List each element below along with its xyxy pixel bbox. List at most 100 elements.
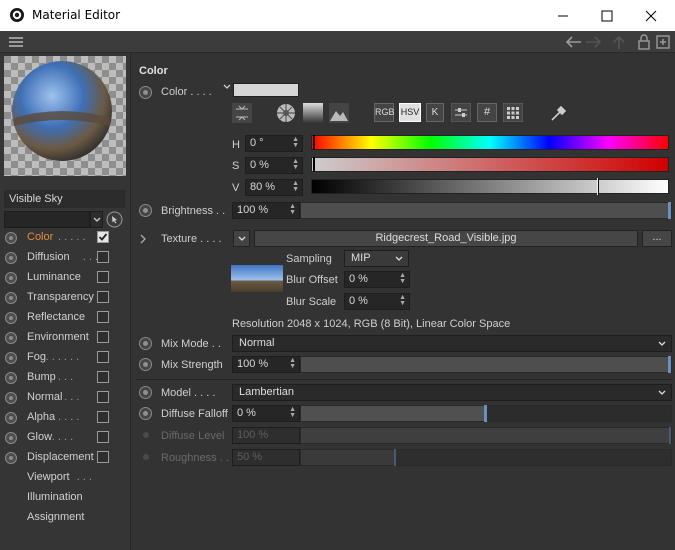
channel-luminance[interactable]: Luminance	[0, 268, 131, 288]
channel-enable-checkbox[interactable]	[97, 431, 109, 443]
minimize-button[interactable]	[541, 0, 585, 31]
diffuse-falloff-field[interactable]: 0 % ▲ ▼	[232, 405, 300, 422]
channel-enable-checkbox[interactable]	[97, 291, 109, 303]
spinner-icon[interactable]: ▲ ▼	[292, 136, 299, 149]
channel-enable-checkbox[interactable]	[97, 331, 109, 343]
channel-animate-radio[interactable]	[5, 312, 17, 324]
image-picker-icon[interactable]	[329, 103, 349, 123]
s-field[interactable]: 0 % ▲ ▼	[245, 157, 303, 174]
diffuse-falloff-slider[interactable]	[300, 405, 672, 422]
channel-animate-radio[interactable]	[5, 292, 17, 304]
channel-diffusion[interactable]: Diffusion . . .	[0, 248, 131, 268]
channel-displacement[interactable]: Displacement	[0, 448, 131, 468]
mixer-icon[interactable]	[451, 103, 471, 122]
channel-animate-radio[interactable]	[5, 432, 17, 444]
spectrum-icon[interactable]	[303, 103, 323, 123]
channel-animate-radio[interactable]	[5, 372, 17, 384]
channel-animate-radio[interactable]	[5, 452, 17, 464]
brightness-slider[interactable]	[300, 202, 672, 219]
layer-field[interactable]	[4, 211, 90, 228]
channel-assignment[interactable]: Assignment	[0, 508, 131, 528]
lock-icon[interactable]	[637, 34, 651, 50]
channel-enable-checkbox[interactable]	[97, 451, 109, 463]
channel-alpha[interactable]: Alpha . . . .	[0, 408, 131, 428]
v-field[interactable]: 80 % ▲ ▼	[245, 179, 303, 196]
texture-browse-button[interactable]: ...	[642, 230, 672, 247]
color-wheel-icon[interactable]	[276, 103, 296, 123]
channel-enable-checkbox[interactable]	[97, 391, 109, 403]
spinner-icon[interactable]: ▲ ▼	[292, 158, 299, 171]
channel-color[interactable]: Color . . . . .	[0, 228, 131, 248]
channel-enable-checkbox[interactable]	[97, 271, 109, 283]
new-panel-icon[interactable]	[656, 34, 670, 50]
channel-animate-radio[interactable]	[5, 392, 17, 404]
mode-kelvin-button[interactable]: K	[426, 103, 444, 122]
layer-dropdown-button[interactable]	[90, 211, 103, 228]
brightness-animate-radio[interactable]	[139, 204, 152, 217]
mode-hsv-button[interactable]: HSV	[399, 103, 421, 122]
channel-bump[interactable]: Bump . . . .	[0, 368, 131, 388]
eyedropper-icon[interactable]	[549, 103, 569, 123]
spinner-icon[interactable]: ▲ ▼	[399, 272, 406, 285]
close-button[interactable]	[629, 0, 673, 31]
h-field[interactable]: 0 ° ▲ ▼	[245, 135, 303, 152]
chevron-right-icon[interactable]	[139, 234, 147, 244]
sampling-dropdown[interactable]: MIP	[344, 250, 409, 267]
channel-glow[interactable]: Glow . . . .	[0, 428, 131, 448]
channel-enable-checkbox[interactable]	[97, 411, 109, 423]
channel-enable-checkbox[interactable]	[97, 231, 109, 243]
up-arrow-icon[interactable]	[612, 34, 626, 50]
channel-enable-checkbox[interactable]	[97, 251, 109, 263]
channel-animate-radio[interactable]	[5, 232, 17, 244]
mix-strength-field[interactable]: 100 % ▲ ▼	[232, 356, 300, 373]
spinner-icon[interactable]: ▲ ▼	[292, 180, 299, 193]
model-dropdown[interactable]: Lambertian	[232, 384, 672, 401]
hue-slider[interactable]	[311, 135, 669, 150]
channel-reflectance[interactable]: Reflectance	[0, 308, 131, 328]
spinner-icon[interactable]: ▲ ▼	[289, 357, 296, 370]
mode-rgb-button[interactable]: RGB	[374, 103, 395, 122]
color-animate-radio[interactable]	[139, 86, 152, 99]
saturation-slider[interactable]	[311, 157, 669, 172]
channel-viewport[interactable]: Viewport . . .	[0, 468, 131, 488]
color-swatch[interactable]	[233, 83, 299, 97]
texture-file-button[interactable]: Ridgecrest_Road_Visible.jpg	[254, 230, 638, 247]
channel-illumination[interactable]: Illumination	[0, 488, 131, 508]
diffuse-falloff-animate-radio[interactable]	[139, 407, 152, 420]
channel-enable-checkbox[interactable]	[97, 351, 109, 363]
spinner-icon[interactable]: ▲ ▼	[289, 203, 296, 216]
chevron-down-icon[interactable]	[223, 84, 231, 90]
swatches-icon[interactable]	[503, 103, 523, 122]
value-slider[interactable]	[311, 178, 669, 195]
back-arrow-icon[interactable]	[564, 35, 582, 49]
blur-offset-field[interactable]: 0 % ▲ ▼	[344, 271, 410, 288]
blur-scale-field[interactable]: 0 % ▲ ▼	[344, 293, 410, 310]
channel-enable-checkbox[interactable]	[97, 371, 109, 383]
model-animate-radio[interactable]	[139, 386, 152, 399]
spinner-icon[interactable]: ▲ ▼	[399, 294, 406, 307]
channel-animate-radio[interactable]	[5, 252, 17, 264]
mix-strength-animate-radio[interactable]	[139, 358, 152, 371]
channel-environment[interactable]: Environment	[0, 328, 131, 348]
hamburger-menu-icon[interactable]	[9, 36, 23, 48]
channel-fog[interactable]: Fog . . . . . .	[0, 348, 131, 368]
pick-cursor-icon[interactable]	[106, 211, 123, 228]
mix-strength-slider[interactable]	[300, 356, 672, 373]
mix-mode-animate-radio[interactable]	[139, 337, 152, 350]
channel-animate-radio[interactable]	[5, 272, 17, 284]
texture-menu-button[interactable]	[233, 230, 250, 247]
channel-normal[interactable]: Normal . . .	[0, 388, 131, 408]
mode-hex-button[interactable]: #	[477, 103, 497, 122]
forward-arrow-icon[interactable]	[585, 35, 603, 49]
channel-enable-checkbox[interactable]	[97, 311, 109, 323]
brightness-field[interactable]: 100 % ▲ ▼	[232, 202, 300, 219]
channel-animate-radio[interactable]	[5, 412, 17, 424]
mix-mode-dropdown[interactable]: Normal	[232, 335, 672, 352]
channel-animate-radio[interactable]	[5, 352, 17, 364]
maximize-button[interactable]	[585, 0, 629, 31]
spinner-icon[interactable]: ▲ ▼	[289, 406, 296, 419]
channel-animate-radio[interactable]	[5, 332, 17, 344]
material-name-field[interactable]: Visible Sky	[4, 190, 125, 208]
color-wheel-collapse-icon[interactable]	[232, 103, 252, 123]
channel-transparency[interactable]: Transparency	[0, 288, 131, 308]
